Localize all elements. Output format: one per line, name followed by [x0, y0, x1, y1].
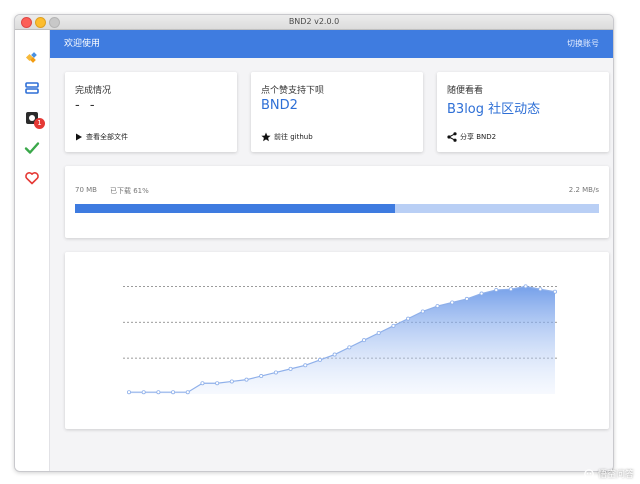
completion-card: 完成情况 - - 查看全部文件	[65, 72, 237, 152]
chart-point	[538, 287, 543, 292]
chart-point	[317, 357, 322, 362]
share-bnd2-label: 分享 BND2	[460, 133, 497, 141]
chart-point	[450, 300, 455, 305]
chart-point	[215, 381, 220, 386]
chart-point	[347, 345, 352, 350]
support-label: 点个赞支持下呗	[261, 86, 325, 96]
watermark: 悟空问答	[583, 467, 634, 480]
watermark-logo-icon	[584, 468, 594, 479]
chart-point	[362, 338, 367, 343]
window-title: BND2 v2.0.0	[288, 17, 340, 26]
file-size: 70 MB	[75, 186, 97, 194]
app-window: BND2 v2.0.0 1 欢迎使用 切换账号 完成情况 - - 查看全部文件 …	[14, 14, 614, 472]
chart-point	[185, 390, 190, 395]
chart-point	[479, 291, 484, 296]
play-icon	[76, 133, 82, 141]
view-all-files-button[interactable]: 查看全部文件	[75, 132, 128, 142]
chart-point	[435, 304, 440, 309]
share-bnd2-button[interactable]: 分享 BND2	[447, 132, 496, 142]
browse-label: 随便看看	[447, 86, 484, 96]
star-icon	[261, 132, 271, 142]
chart-point	[259, 374, 264, 379]
stack-icon[interactable]	[24, 80, 40, 96]
logo-icon[interactable]	[24, 50, 40, 66]
chart-point	[127, 390, 132, 395]
progress-bar-fill	[75, 204, 395, 213]
chart-point	[273, 370, 278, 375]
chart-point	[171, 390, 176, 395]
title-bar: BND2 v2.0.0	[15, 15, 613, 30]
chart-point	[552, 289, 557, 294]
chart-point	[156, 390, 161, 395]
chart-point	[288, 366, 293, 371]
chart-area	[129, 286, 555, 394]
chart-point	[494, 287, 499, 292]
community-card: 随便看看 B3log 社区动态 分享 BND2	[437, 72, 609, 152]
chart-point	[376, 331, 381, 336]
bnd2-link[interactable]: BND2	[261, 98, 298, 113]
share-icon	[447, 132, 457, 142]
completion-label: 完成情况	[75, 86, 112, 96]
sidebar: 1	[15, 30, 50, 471]
view-all-files-label: 查看全部文件	[86, 133, 128, 141]
download-speed: 2.2 MB/s	[568, 186, 599, 194]
download-status: 已下载 61%	[110, 187, 149, 195]
chart-point	[200, 381, 205, 386]
progress-bar	[75, 204, 599, 213]
chart-point	[244, 377, 249, 382]
chart-point	[508, 287, 513, 292]
chart-point	[464, 296, 469, 301]
chart-point	[406, 316, 411, 321]
heart-icon[interactable]	[24, 170, 40, 186]
completion-value: - -	[75, 98, 98, 113]
go-github-button[interactable]: 前往 github	[261, 132, 313, 142]
chart-point	[229, 379, 234, 384]
page-title: 欢迎使用	[64, 39, 101, 49]
chart-point	[141, 390, 146, 395]
switch-account-link[interactable]: 切换账号	[567, 30, 599, 58]
chart-point	[332, 352, 337, 357]
chart-point	[391, 323, 396, 328]
watermark-text: 悟空问答	[597, 470, 634, 480]
download-progress-card: 70 MB 已下载 61% 2.2 MB/s	[65, 166, 609, 238]
check-icon[interactable]	[24, 140, 40, 156]
chart-point	[523, 284, 528, 289]
top-bar: 欢迎使用 切换账号	[50, 30, 613, 58]
go-github-label: 前往 github	[274, 133, 313, 141]
download-count-badge: 1	[34, 118, 45, 129]
speed-chart-card	[65, 252, 609, 429]
chart-point	[420, 309, 425, 314]
b3log-community-link[interactable]: B3log 社区动态	[447, 98, 540, 117]
chart-point	[303, 363, 308, 368]
github-card: 点个赞支持下呗 BND2 前往 github	[251, 72, 423, 152]
speed-chart	[123, 284, 559, 395]
